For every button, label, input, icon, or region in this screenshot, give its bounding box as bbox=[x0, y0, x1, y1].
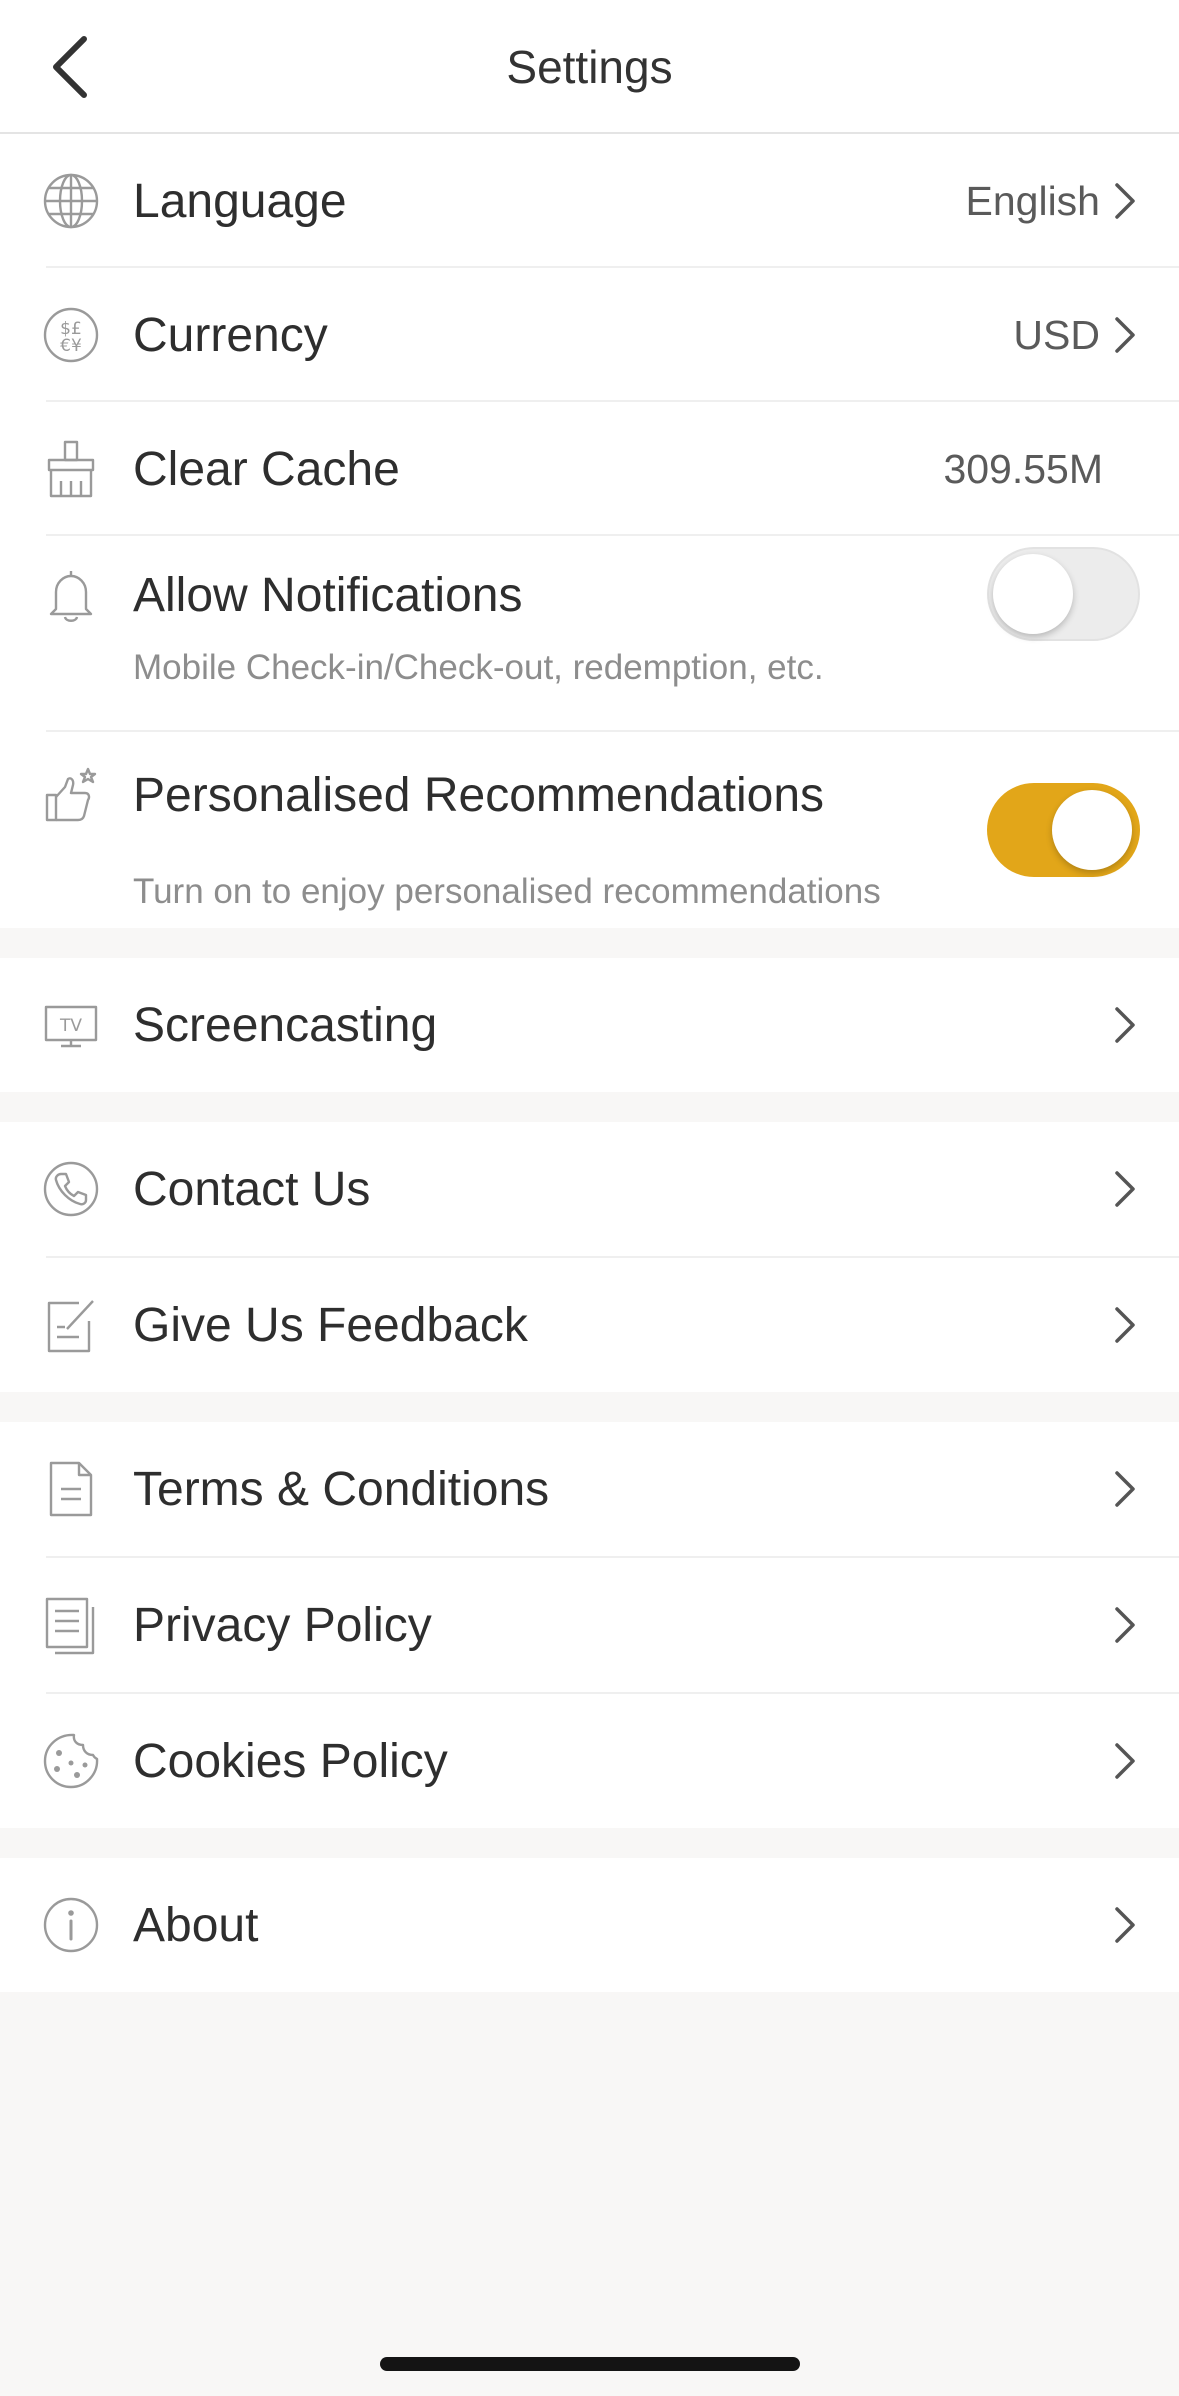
page-title: Settings bbox=[506, 41, 673, 93]
recommendations-label: Personalised Recommendations bbox=[133, 769, 825, 822]
svg-text:TV: TV bbox=[59, 1016, 82, 1036]
edit-note-icon bbox=[38, 1292, 104, 1358]
notifications-toggle[interactable] bbox=[987, 547, 1140, 641]
cookies-label: Cookies Policy bbox=[133, 1735, 448, 1788]
cache-size-value: 309.55M bbox=[943, 446, 1103, 492]
clear-cache-row[interactable]: Clear Cache 309.55M bbox=[0, 402, 1179, 536]
currency-label: Currency bbox=[133, 309, 328, 362]
chevron-right-icon bbox=[1108, 313, 1142, 357]
about-group: About bbox=[0, 1858, 1179, 1992]
about-row[interactable]: About bbox=[0, 1858, 1179, 1992]
recommendations-toggle[interactable] bbox=[987, 783, 1140, 877]
tv-icon: TV bbox=[38, 992, 104, 1058]
language-row[interactable]: Language English bbox=[0, 134, 1179, 268]
language-label: Language bbox=[133, 175, 347, 228]
nav-bar: Settings bbox=[0, 0, 1179, 134]
phone-icon bbox=[38, 1156, 104, 1222]
screencasting-group: TV Screencasting bbox=[0, 958, 1179, 1092]
screencasting-row[interactable]: TV Screencasting bbox=[0, 958, 1179, 1092]
feedback-row[interactable]: Give Us Feedback bbox=[0, 1258, 1179, 1392]
currency-value: USD bbox=[1013, 312, 1100, 358]
notifications-row: Allow Notifications Mobile Check-in/Chec… bbox=[0, 536, 1179, 730]
chevron-right-icon bbox=[1108, 1167, 1142, 1211]
contact-us-row[interactable]: Contact Us bbox=[0, 1122, 1179, 1256]
recommendations-row: Personalised Recommendations Turn on to … bbox=[0, 732, 1179, 928]
chevron-right-icon bbox=[1108, 1903, 1142, 1947]
chevron-right-icon bbox=[1108, 1003, 1142, 1047]
recommendations-description: Turn on to enjoy personalised recommenda… bbox=[133, 872, 881, 911]
svg-text:€¥: €¥ bbox=[60, 336, 82, 356]
thumbs-up-star-icon bbox=[38, 762, 104, 828]
support-group: Contact Us Give Us Feedback bbox=[0, 1122, 1179, 1392]
toggle-knob bbox=[993, 554, 1073, 634]
feedback-label: Give Us Feedback bbox=[133, 1299, 528, 1352]
about-label: About bbox=[133, 1899, 259, 1952]
screencasting-label: Screencasting bbox=[133, 999, 438, 1052]
chevron-right-icon bbox=[1108, 179, 1142, 223]
toggle-knob bbox=[1052, 790, 1132, 870]
contact-us-label: Contact Us bbox=[133, 1163, 371, 1216]
language-value: English bbox=[965, 178, 1100, 224]
privacy-label: Privacy Policy bbox=[133, 1599, 432, 1652]
legal-group: Terms & Conditions Privacy Policy Cookie… bbox=[0, 1422, 1179, 1828]
terms-row[interactable]: Terms & Conditions bbox=[0, 1422, 1179, 1556]
cookies-row[interactable]: Cookies Policy bbox=[0, 1694, 1179, 1828]
privacy-row[interactable]: Privacy Policy bbox=[0, 1558, 1179, 1692]
bell-icon bbox=[38, 562, 104, 628]
chevron-right-icon bbox=[1108, 1467, 1142, 1511]
clear-cache-label: Clear Cache bbox=[133, 443, 400, 496]
info-icon bbox=[38, 1892, 104, 1958]
chevron-right-icon bbox=[1108, 1603, 1142, 1647]
notifications-description: Mobile Check-in/Check-out, redemption, e… bbox=[133, 648, 824, 687]
document-icon bbox=[38, 1456, 104, 1522]
terms-label: Terms & Conditions bbox=[133, 1463, 550, 1516]
cookie-icon bbox=[38, 1728, 104, 1794]
currency-row[interactable]: $£ €¥ Currency USD bbox=[0, 268, 1179, 402]
chevron-right-icon bbox=[1108, 1739, 1142, 1783]
currency-icon: $£ €¥ bbox=[38, 302, 104, 368]
documents-icon bbox=[38, 1592, 104, 1658]
general-settings-group: Language English $£ €¥ Currency USD Clear… bbox=[0, 134, 1179, 928]
broom-icon bbox=[38, 436, 104, 502]
home-indicator[interactable] bbox=[380, 2357, 800, 2371]
notifications-label: Allow Notifications bbox=[133, 569, 523, 622]
chevron-right-icon bbox=[1108, 1303, 1142, 1347]
globe-icon bbox=[38, 168, 104, 234]
